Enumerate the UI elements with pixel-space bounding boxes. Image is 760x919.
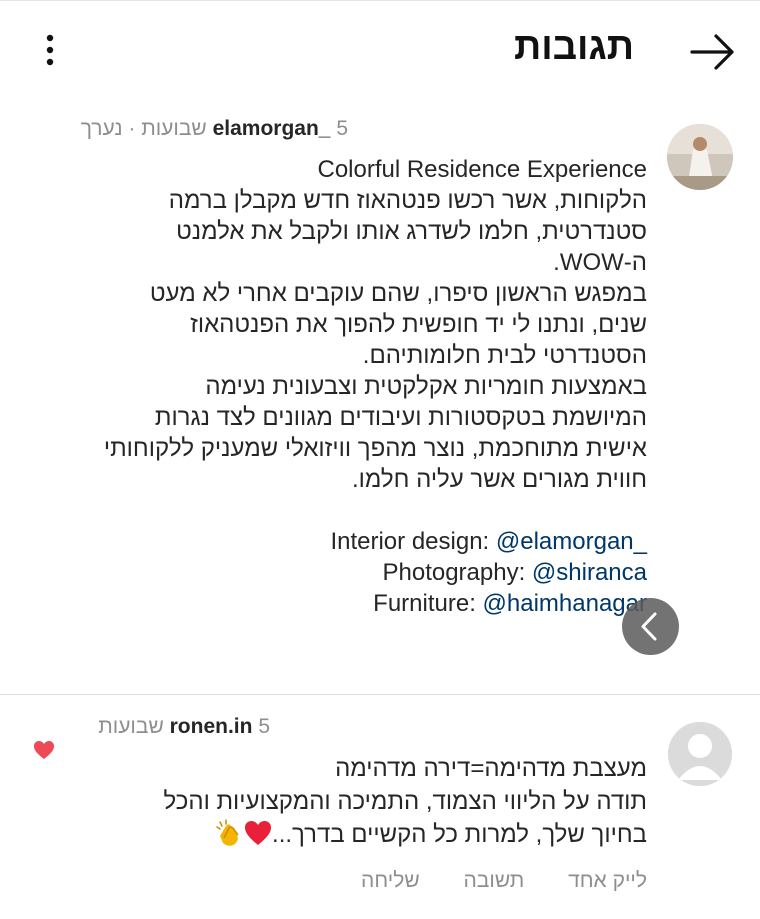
mention-shiranca[interactable]: @shiranca (532, 559, 647, 586)
comment-username[interactable]: ronen.in (170, 715, 253, 738)
send-button[interactable]: שליחה (361, 869, 420, 892)
caption-line: סטנדרטית, חלמו לשדרג אותו ולקבל את אלמנט (176, 218, 647, 245)
caption-line: אישית מתוחכמת, נוצר מהפך וויזואלי שמעניק… (103, 435, 647, 462)
page-title: תגובות (513, 26, 634, 68)
comment-line: מעצבת מדהימה=דירה מדהימה (335, 755, 647, 782)
caption-line: במפגש הראשון סיפרו, שהם עוקבים אחרי לא מ… (149, 280, 647, 307)
comments-header: תגובות (0, 0, 760, 100)
comment-line-with-emoji: בחיוך שלך, למרות כל הקשיים בדרך... (27, 818, 647, 851)
credit-interior-design: Interior design: @elamorgan_ (47, 526, 647, 557)
caption-line: שנים, ונתנו לי יד חופשית להפוך את הפנטהא… (190, 311, 647, 338)
meta-separator: · (128, 117, 136, 140)
caption-line: הסטנדרטי לבית חלומותיהם. (362, 342, 647, 369)
comment-line: בחיוך שלך, למרות כל הקשיים בדרך... (272, 821, 647, 848)
caption-line: באמצעות חומריות אקלקטית וצבעונית נעימה (205, 373, 647, 400)
arrow-right-icon[interactable] (688, 30, 738, 74)
caption-line: המיושמת בטקסטורות ועיבודים מגוונים לצד נ… (154, 404, 647, 431)
mention-elamorgan[interactable]: @elamorgan (496, 528, 634, 555)
red-heart-emoji (245, 821, 272, 845)
credit-label: Furniture: (373, 590, 483, 617)
divider (0, 694, 760, 695)
credit-furniture: Furniture: @haimhanagar (47, 588, 647, 619)
comment-meta: ronen.in 5 שבועות (98, 715, 270, 739)
caption-line: הלקוחות, אשר רכשו פנטהאוז חדש מקבלן ברמה (168, 187, 647, 214)
mention-suffix[interactable]: _ (634, 528, 647, 555)
edited-label: נערך (80, 117, 123, 140)
comment-line: תודה על הליווי הצמוד, התמיכה והמקצועיות … (163, 788, 647, 815)
post-username[interactable]: elamorgan_ (213, 117, 331, 140)
chevron-left-icon (641, 612, 657, 641)
credit-label: Photography: (382, 559, 532, 586)
liked-heart-icon[interactable] (33, 740, 55, 760)
avatar-photo (667, 124, 733, 190)
post-caption: Colorful Residence Experience הלקוחות, א… (47, 154, 647, 619)
credit-label: Interior design: (330, 528, 496, 555)
default-avatar-icon (668, 722, 732, 786)
post-author-avatar[interactable] (667, 124, 733, 190)
caption-line: חווית מגורים אשר עליה חלמו. (352, 466, 647, 493)
comment-text: מעצבת מדהימה=דירה מדהימה תודה על הליווי … (27, 752, 647, 851)
clapping-hands-emoji (216, 819, 239, 846)
post-meta: elamorgan_ 5 שבועות · נערך (81, 117, 348, 141)
reply-button[interactable]: תשובה (464, 869, 525, 892)
more-vertical-icon[interactable] (38, 32, 62, 72)
caption-line: ה-WOW. (553, 249, 647, 276)
comment-actions: לייק אחד תשובה שליחה (361, 869, 647, 893)
likes-count-link[interactable]: לייק אחד (568, 869, 647, 892)
credit-photography: Photography: @shiranca (47, 557, 647, 588)
caption-title: Colorful Residence Experience (317, 156, 647, 183)
comment-author-avatar[interactable] (668, 722, 732, 786)
scroll-left-button[interactable] (622, 598, 679, 655)
